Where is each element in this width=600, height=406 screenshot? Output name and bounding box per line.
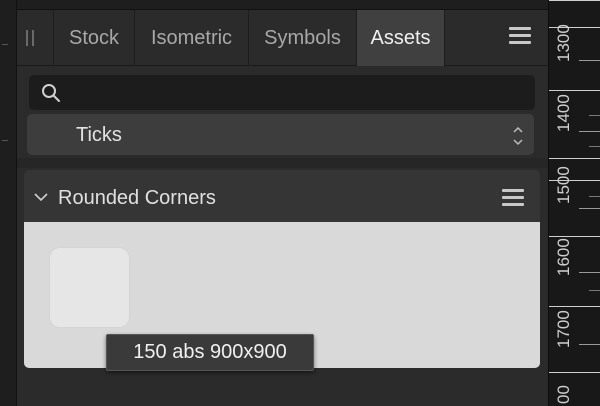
left-strip-tick	[2, 44, 8, 45]
ruler-label: 1400	[554, 94, 573, 132]
ruler-label: 1700	[554, 310, 573, 348]
ruler-mid-tick	[579, 272, 600, 273]
ruler-label: 1500	[554, 166, 573, 204]
section-header[interactable]: Rounded Corners	[24, 170, 540, 222]
tab-stock[interactable]: Stock	[53, 10, 135, 66]
ruler-label: 00	[554, 385, 573, 404]
chevron-down-icon[interactable]	[34, 193, 48, 202]
ruler-mid-tick	[579, 131, 600, 132]
tab-assets[interactable]: Assets	[357, 10, 445, 66]
ruler-minor-tick	[589, 290, 600, 291]
ruler-mid-tick	[579, 344, 600, 345]
ruler-major-line	[549, 236, 600, 237]
updown-chevron-icon	[513, 126, 523, 146]
section-title: Rounded Corners	[58, 187, 216, 209]
search-field[interactable]	[29, 75, 535, 110]
left-strip-tick	[2, 140, 8, 141]
category-dropdown-value: Ticks	[76, 124, 122, 146]
ruler-major-line	[549, 0, 600, 1]
asset-tooltip: 150 abs 900x900	[106, 334, 314, 371]
grip-icon[interactable]	[26, 30, 36, 46]
category-dropdown[interactable]: Ticks	[27, 114, 534, 155]
ruler-major-line	[549, 90, 600, 91]
ruler-minor-tick	[589, 196, 600, 197]
panel-divider	[17, 158, 548, 168]
panel-top-strip	[17, 0, 548, 10]
left-edge-strip	[0, 0, 17, 406]
asset-thumbnail[interactable]	[49, 247, 130, 328]
tab-symbols[interactable]: Symbols	[249, 10, 357, 66]
ruler-major-line	[549, 158, 600, 159]
hamburger-menu-icon[interactable]	[509, 27, 531, 45]
search-icon	[42, 84, 60, 102]
ruler-minor-tick	[589, 115, 600, 116]
ruler-label: 1600	[554, 238, 573, 276]
ruler-minor-tick	[589, 146, 600, 147]
search-input[interactable]	[71, 75, 521, 110]
ruler-major-line	[549, 306, 600, 307]
ruler-label: 1300	[554, 24, 573, 62]
ruler-mid-tick	[579, 208, 600, 209]
panel-tab-bar: Stock Isometric Symbols Assets	[17, 10, 548, 66]
ruler-mid-tick	[579, 60, 600, 61]
hamburger-menu-icon[interactable]	[502, 189, 524, 207]
ruler-major-line	[549, 372, 600, 373]
tab-isometric[interactable]: Isometric	[135, 10, 249, 66]
